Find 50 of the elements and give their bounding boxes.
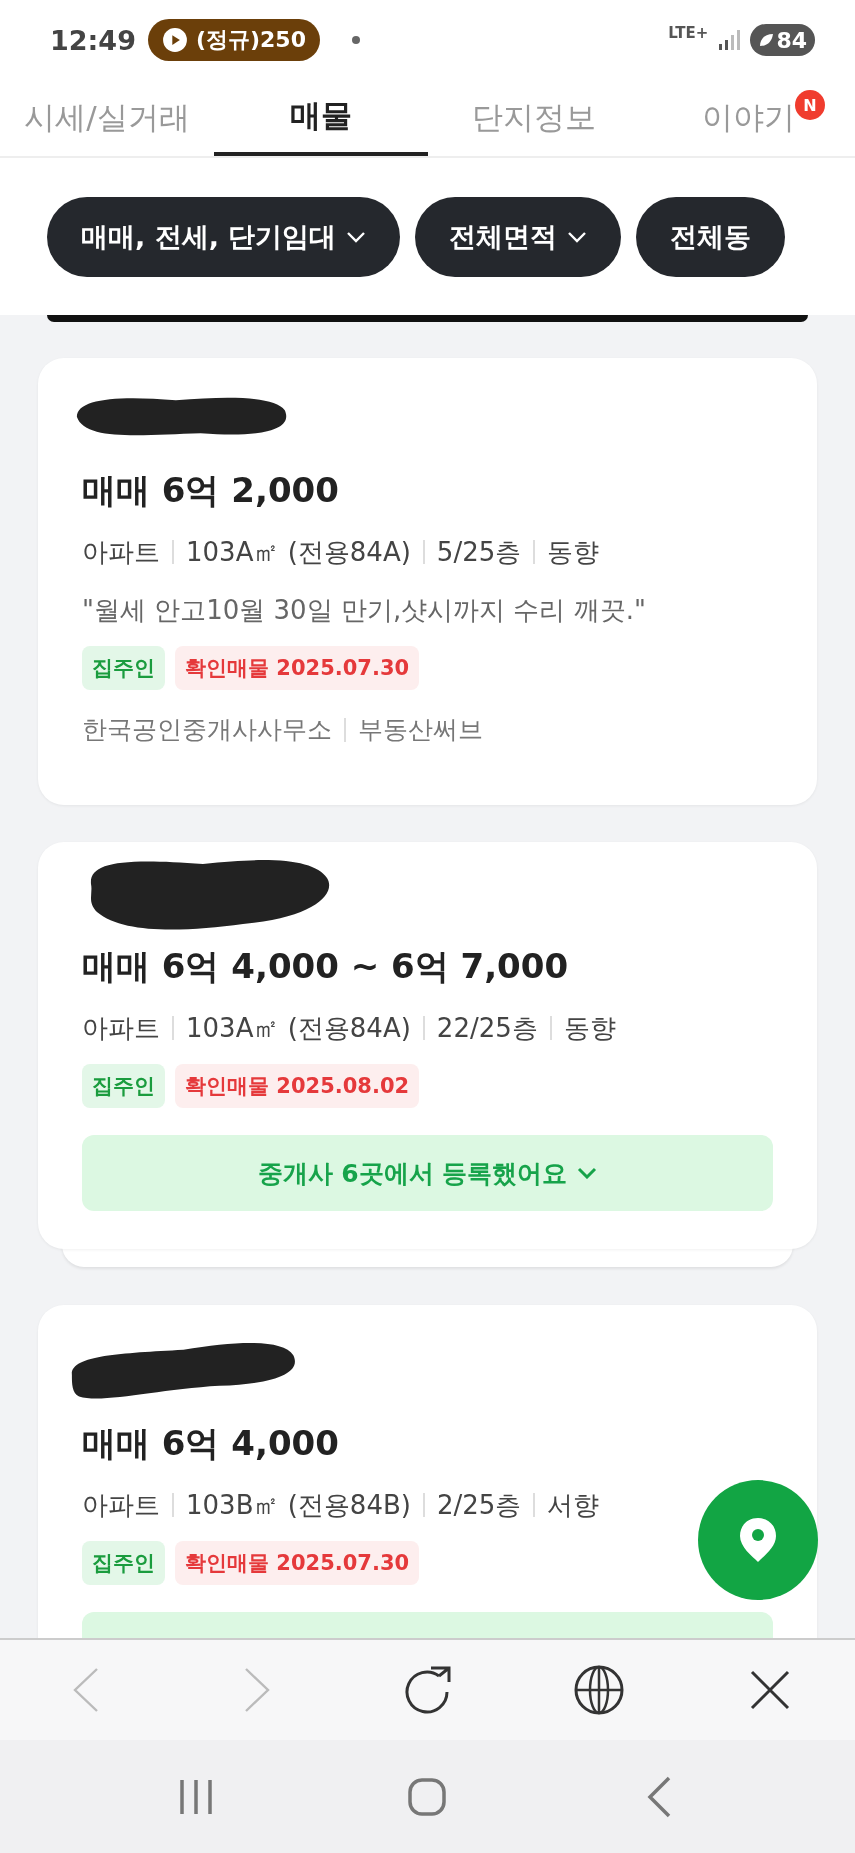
listing-spec: 5/25층 [436,536,522,569]
listing-spec: 아파트 [82,1012,160,1045]
listing-spec: 103A㎡ (전용84A) [186,1012,411,1045]
listing-tag: 집주인 [82,1064,165,1108]
play-icon [161,27,188,53]
filter-chip[interactable]: 매매, 전세, 단기임대 [47,197,401,277]
listing-tag: 집주인 [82,1541,165,1585]
tab[interactable]: 이야기 N [641,80,855,156]
new-badge: N [795,90,825,120]
listing-note: "월세 안고10월 30일 만기,샷시까지 수리 깨끗." [82,594,647,627]
chevron-down-icon [346,231,367,243]
listing-card[interactable]: 매매 6억 4,000 아파트 103B㎡ (전용84B) 2/25층 서향 집주인 확인매물 2025.07.30 [38,1305,817,1638]
clock-time: 12:49 [50,24,136,56]
filter-chip[interactable]: 전체동 [636,197,786,277]
listing-spec: 아파트 [82,536,160,569]
home-icon[interactable] [407,1776,448,1817]
dot-icon [352,36,360,44]
listing-spec: 22/25층 [436,1012,538,1045]
chevron-down-icon [577,1167,598,1179]
listing-tag: 확인매물 2025.08.02 [175,1064,420,1108]
listing-tag: 확인매물 2025.07.30 [175,646,420,690]
listing-spec: 동향 [547,536,600,569]
listing-spec: 아파트 [82,1489,160,1522]
close-icon[interactable] [749,1670,790,1710]
agency-name: 한국공인중개사사무소 [82,714,332,746]
network-label: LTE+ [668,24,709,42]
listing-price: 매매 6억 2,000 [82,469,340,512]
listing-price: 매매 6억 4,000 ~ 6억 7,000 [82,945,570,988]
globe-icon[interactable] [573,1665,624,1715]
signal-icon [718,30,741,50]
filter-chip[interactable]: 전체면적 [415,197,622,277]
refresh-icon[interactable] [402,1664,453,1716]
listing-card[interactable]: 매매 6억 4,000 ~ 6억 7,000 아파트 103A㎡ (전용84A) 22/25층 동향 집주인 확인매물 2025.08.02 중개사 6곳에서 등록했어요 [38,842,817,1249]
listing-spec: 103A㎡ (전용84A) [186,536,411,569]
map-pin-icon [738,1516,778,1564]
media-pill[interactable]: (정규)250 [147,19,320,61]
listing-spec: 동향 [563,1012,616,1045]
listing-spec: 2/25층 [436,1489,522,1522]
listing-tag: 집주인 [82,646,165,690]
leaf-icon [758,32,775,48]
listing-spec: 103B㎡ (전용84B) [186,1489,411,1522]
listing-tag: 확인매물 2025.07.30 [175,1541,420,1585]
recent-apps-icon[interactable] [177,1777,214,1816]
agency-name: 부동산써브 [358,714,483,746]
listing-spec: 서향 [547,1489,600,1522]
battery-indicator: 84 [750,24,815,56]
listing-card[interactable]: 매매 6억 2,000 아파트 103A㎡ (전용84A) 5/25층 동향 "월세 안고10월 30일 만기,샷시까지 수리 깨끗." 집주인 확인매물 2025.07.30 한국공인중개사사무소 부동산써브 [38,358,817,805]
listing-price: 매매 6억 4,000 [82,1422,340,1465]
chevron-down-icon [567,231,588,243]
back-icon[interactable] [646,1775,673,1818]
